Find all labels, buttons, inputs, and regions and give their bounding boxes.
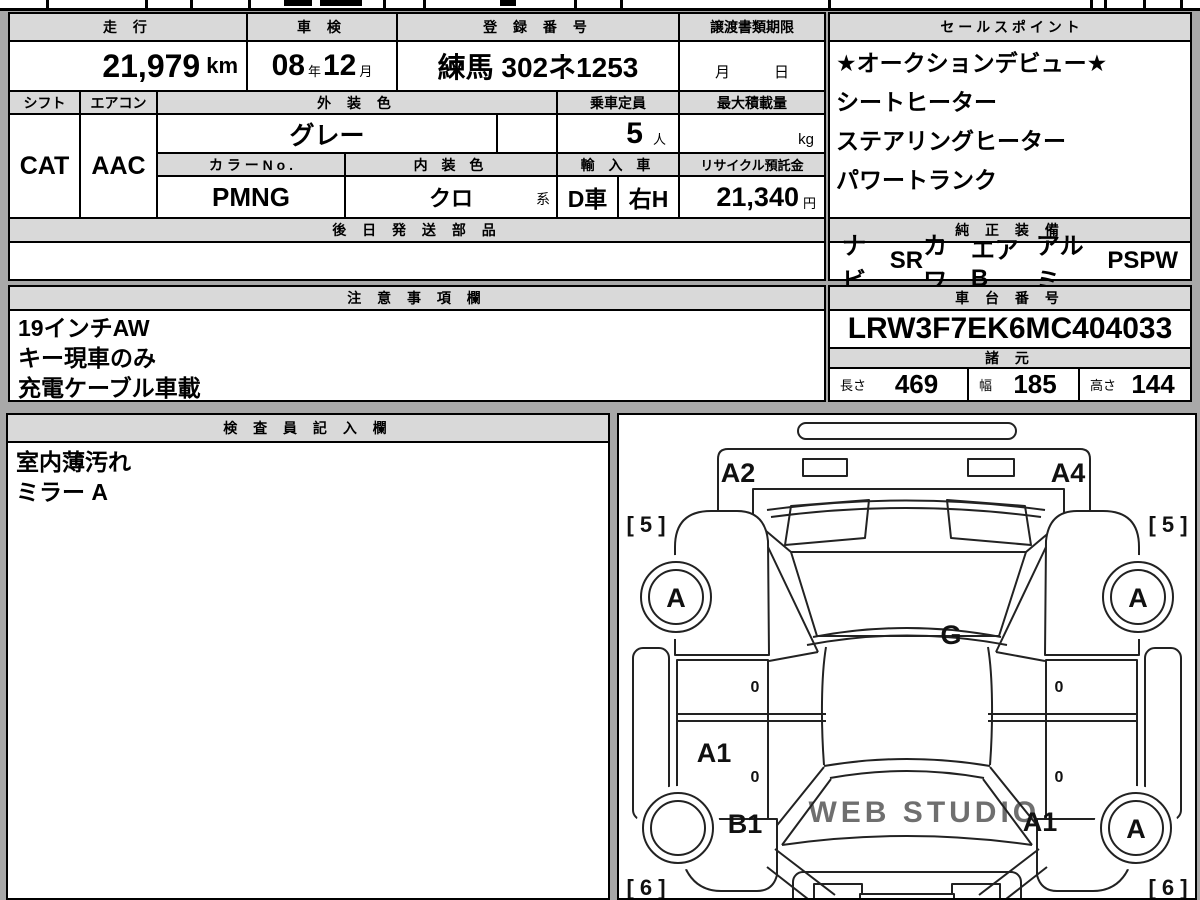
color-no-header: カ ラ ー N o . xyxy=(156,152,346,177)
aircon-header: エアコン xyxy=(79,90,158,115)
rear-lamp-left xyxy=(813,883,863,898)
tire-size-left-rear: [ 6 ] xyxy=(626,875,665,898)
spec-length: 長さ 469 xyxy=(828,367,969,402)
shift-header: シフト xyxy=(8,90,81,115)
chassis-header: 車 台 番 号 xyxy=(828,285,1192,311)
front-bumper xyxy=(797,422,1017,440)
damage-label-a4: A4 xyxy=(1051,458,1086,488)
color-no-value: PMNG xyxy=(156,175,346,219)
tire-size-right-front: [ 5 ] xyxy=(1148,512,1187,537)
inspector-line: ミラー A xyxy=(16,479,108,505)
damage-label-b1: B1 xyxy=(728,809,763,839)
equipment-item: SR xyxy=(889,247,924,274)
genuine-equipment-row: ナビ SR カワ エアB アルミ PS PW xyxy=(828,233,1192,295)
recycle-value: 21,340 円 xyxy=(678,175,826,219)
damage-label-g: G xyxy=(940,620,961,650)
registration-header: 登 録 番 号 xyxy=(396,12,680,42)
note-line: キー現車のみ xyxy=(18,345,156,371)
rear-left-wheel xyxy=(636,786,720,870)
wheel-label-front-right: A xyxy=(1128,583,1148,613)
mileage-header: 走 行 xyxy=(8,12,248,42)
door-knob: 0 xyxy=(1055,679,1064,696)
import-car-value-2: 右H xyxy=(617,175,680,219)
note-line: 充電ケーブル車載 xyxy=(18,375,201,401)
notes-header: 注 意 事 項 欄 xyxy=(8,285,826,311)
shaken-header: 車 検 xyxy=(246,12,398,42)
equipment-item: エアB xyxy=(970,236,1019,292)
max-load-value: kg xyxy=(678,113,826,154)
wheel-label-front-left: A xyxy=(666,583,686,613)
spec-width: 幅 185 xyxy=(967,367,1080,402)
car-diagram-box: WEB STUDIO PRO A2 A4 [5] [5] A A G 0… xyxy=(617,413,1197,900)
note-line: 19インチAW xyxy=(18,315,150,341)
wheel-label-rear-right: A xyxy=(1126,814,1146,844)
sales-point-line: ★オークションデビュー★ xyxy=(836,50,1108,76)
door-knob: 0 xyxy=(751,769,760,786)
sales-point-line: シートヒーター xyxy=(836,89,997,115)
exterior-color-value: グレー xyxy=(156,113,498,154)
capacity-header: 乗車定員 xyxy=(556,90,680,115)
inspector-box: 検 査 員 記 入 欄 室内薄汚れ ミラー A xyxy=(6,413,610,900)
rear-lamp-right xyxy=(951,883,1001,898)
door-knob: 0 xyxy=(751,679,760,696)
equipment-item: PS xyxy=(1107,247,1140,274)
import-car-value-1: D車 xyxy=(556,175,619,219)
exterior-color-header: 外 装 色 xyxy=(156,90,558,115)
door-knob: 0 xyxy=(1055,769,1064,786)
capacity-value: 5 人 xyxy=(556,113,680,154)
tire-size-right-rear: [ 6 ] xyxy=(1148,875,1187,898)
damage-label-a1-rear: A1 xyxy=(1023,807,1058,837)
windshield xyxy=(790,551,1027,637)
inspector-header: 検 査 員 記 入 欄 xyxy=(8,415,608,443)
max-load-header: 最大積載量 xyxy=(678,90,826,115)
top-cutoff-row xyxy=(0,0,1200,8)
inspector-line: 室内薄汚れ xyxy=(16,449,131,475)
chassis-value: LRW3F7EK6MC404033 xyxy=(828,309,1192,349)
auction-sheet: 走 行 車 検 登 録 番 号 譲渡書類期限 21,979 km 08 年 12… xyxy=(0,0,1200,900)
specs-header: 諸 元 xyxy=(828,347,1192,369)
equipment-item: PW xyxy=(1139,247,1179,274)
sales-points-header: セ ー ル ス ポ イ ン ト xyxy=(828,12,1192,42)
sales-point-line: ステアリングヒーター xyxy=(836,128,1066,154)
aircon-value: AAC xyxy=(79,113,158,219)
later-parts-value xyxy=(8,241,826,281)
car-top-view-diagram: WEB STUDIO PRO A2 A4 [5] [5] A A G 0… xyxy=(626,422,1188,898)
import-car-header: 輸 入 車 xyxy=(556,152,680,177)
registration-value: 練馬 302ネ1253 xyxy=(396,40,680,92)
notes-box: 19インチAW キー現車のみ 充電ケーブル車載 xyxy=(8,309,826,402)
rear-bumper xyxy=(859,893,955,898)
shaken-value: 08 年 12 月 xyxy=(246,40,398,92)
transfer-deadline-header: 譲渡書類期限 xyxy=(678,12,826,42)
mileage-value: 21,979 km xyxy=(8,40,248,92)
sales-points-box: ★オークションデビュー★ シートヒーター ステアリングヒーター パワートランク xyxy=(828,40,1192,219)
spec-height: 高さ 144 xyxy=(1078,367,1192,402)
exterior-color-empty-cell xyxy=(496,113,558,154)
damage-label-a2: A2 xyxy=(721,458,756,488)
sales-point-line: パワートランク xyxy=(836,167,997,193)
recycle-header: リサイクル預託金 xyxy=(678,152,826,177)
later-parts-header: 後 日 発 送 部 品 xyxy=(8,217,826,243)
transfer-deadline-value: 月 日 xyxy=(678,40,826,92)
interior-color-header: 内 装 色 xyxy=(344,152,558,177)
tire-size-left-front: [ 5 ] xyxy=(626,512,665,537)
interior-color-value: クロ 系 xyxy=(344,175,558,219)
damage-label-a1-door: A1 xyxy=(697,738,732,768)
shift-value: CAT xyxy=(8,113,81,219)
